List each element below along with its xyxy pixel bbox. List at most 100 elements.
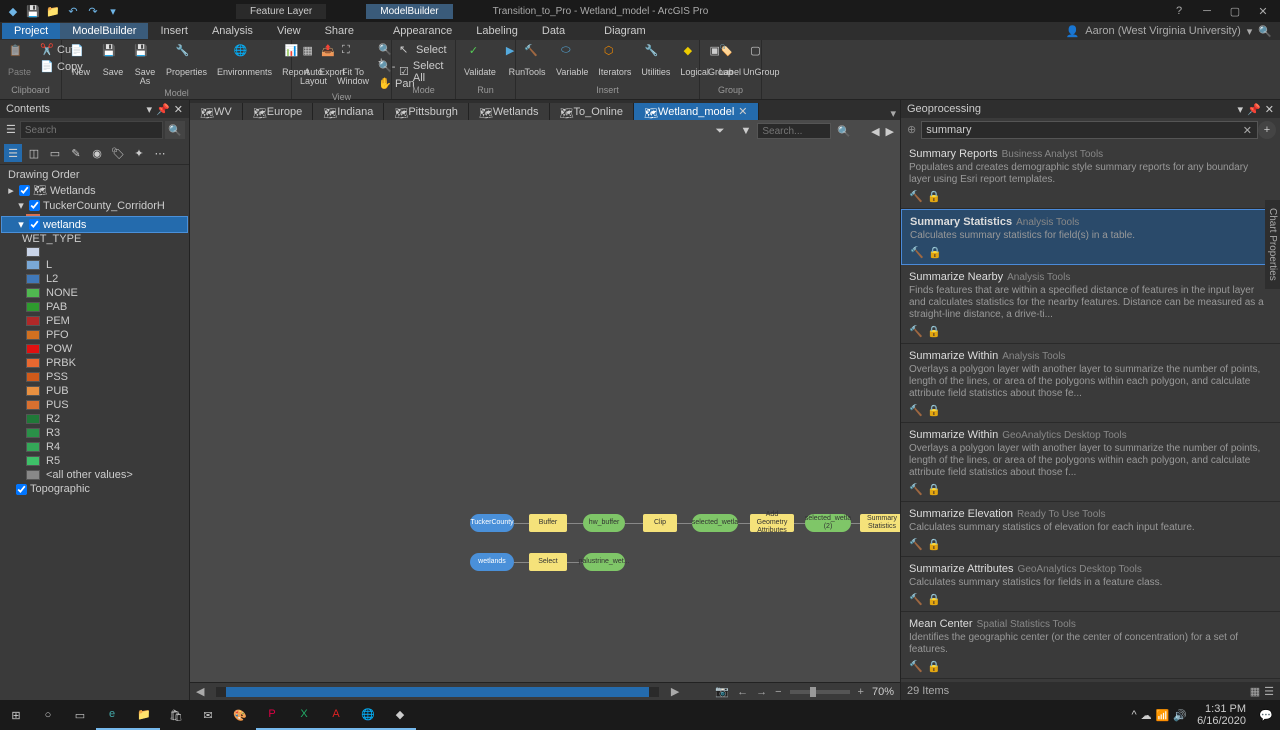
canvas-next-icon[interactable]: ▶	[886, 125, 894, 138]
model-connector[interactable]	[514, 523, 529, 524]
menu-appearance[interactable]: Appearance	[381, 23, 464, 39]
legend-item[interactable]: R3	[2, 426, 187, 440]
new-model-button[interactable]: 📄New	[66, 42, 96, 79]
menu-labeling[interactable]: Labeling	[464, 23, 530, 39]
maximize-button[interactable]: ▢	[1222, 1, 1248, 21]
tools-button[interactable]: 🔨Tools	[520, 42, 550, 79]
qat-dropdown-icon[interactable]: ▾	[106, 4, 120, 18]
model-node[interactable]: Clip	[643, 514, 677, 532]
map-checkbox[interactable]	[19, 185, 30, 196]
nav-fwd-icon[interactable]: →	[756, 686, 767, 698]
geoprocessing-tool-item[interactable]: Summarize WithinAnalysis Tools Overlays …	[901, 344, 1280, 423]
zoom-in-icon[interactable]: +	[858, 686, 864, 698]
doc-tab[interactable]: 🗺Europe	[243, 103, 313, 120]
legend-item[interactable]: NONE	[2, 286, 187, 300]
model-connector[interactable]	[514, 562, 529, 563]
save-icon[interactable]: 💾	[26, 4, 40, 18]
geoprocessing-tool-item[interactable]: Summarize WithinGeoAnalytics Desktop Too…	[901, 423, 1280, 502]
list-by-snapping-icon[interactable]: ◉	[88, 144, 106, 162]
geo-search-input[interactable]	[921, 121, 1258, 139]
layer-wetlands[interactable]: ▾wetlands	[2, 217, 187, 232]
geoprocessing-tool-item[interactable]: Summary ReportsBusiness Analyst Tools Po…	[901, 142, 1280, 209]
doc-tab[interactable]: 🗺Wetlands	[469, 103, 550, 120]
fit-window-button[interactable]: ⛶Fit To Window	[333, 42, 373, 88]
doc-tab[interactable]: 🗺To_Online	[550, 103, 635, 120]
model-canvas[interactable]: ↖ TuckerCountyBufferhw_bufferClipselecte…	[190, 142, 900, 682]
user-name[interactable]: Aaron (West Virginia University)	[1085, 25, 1240, 37]
list-by-editing-icon[interactable]: ✎	[67, 144, 85, 162]
geoprocessing-tool-item[interactable]: Summarize NearbyAnalysis Tools Finds fea…	[901, 265, 1280, 344]
contents-search-hamburger-icon[interactable]: ☰	[4, 121, 18, 139]
model-node[interactable]: Select	[529, 553, 567, 571]
legend-item[interactable]: PRBK	[2, 356, 187, 370]
topo-checkbox[interactable]	[16, 484, 27, 495]
redo-icon[interactable]: ↷	[86, 4, 100, 18]
legend-item[interactable]	[2, 246, 187, 258]
legend-item[interactable]: L2	[2, 272, 187, 286]
nav-back-icon[interactable]: ←	[737, 686, 748, 698]
start-button[interactable]: ⊞	[0, 700, 32, 730]
model-node[interactable]: Buffer	[529, 514, 567, 532]
chart-properties-tab[interactable]: Chart Properties	[1265, 200, 1280, 289]
list-by-labeling-icon[interactable]: 🏷	[109, 144, 127, 162]
map-item[interactable]: ▸🗺Wetlands	[2, 183, 187, 198]
model-node[interactable]: palustrine_wet...	[583, 553, 625, 571]
scroll-next-icon[interactable]: ▶	[671, 685, 679, 698]
user-icon[interactable]: 👤	[1066, 25, 1080, 38]
panel-close-icon[interactable]: ✕	[174, 103, 183, 116]
arcgis-icon[interactable]: ◆	[384, 700, 416, 730]
model-node[interactable]: Summary Statistics	[860, 514, 900, 532]
model-node[interactable]: hw_buffer	[583, 514, 625, 532]
legend-item[interactable]: PEM	[2, 314, 187, 328]
notifications-icon[interactable]: 💬	[1256, 700, 1276, 730]
canvas-prev-icon[interactable]: ◀	[871, 125, 879, 138]
panel-autohide-icon[interactable]: 📌	[156, 103, 170, 116]
zoom-level[interactable]: 70%	[872, 686, 894, 698]
tab-close-icon[interactable]: ✕	[738, 105, 747, 118]
legend-item[interactable]: L	[2, 258, 187, 272]
legend-item[interactable]: PUB	[2, 384, 187, 398]
snapshot-icon[interactable]: 📷	[715, 685, 729, 698]
iterators-button[interactable]: ⬡Iterators	[594, 42, 635, 79]
doc-tab[interactable]: 🗺Wetland_model✕	[634, 103, 758, 120]
model-node[interactable]: selected_wetla (2)	[805, 514, 851, 532]
search-command-icon[interactable]: 🔍	[1258, 25, 1272, 38]
user-dropdown-icon[interactable]: ▾	[1247, 25, 1253, 38]
model-node[interactable]: Add Geometry Attributes	[750, 514, 794, 532]
wet-type-field[interactable]: WET_TYPE	[2, 232, 187, 246]
menu-modelbuilder[interactable]: ModelBuilder	[60, 23, 148, 39]
menu-insert[interactable]: Insert	[148, 23, 200, 39]
legend-item[interactable]: PAB	[2, 300, 187, 314]
doc-tab[interactable]: 🗺WV	[190, 103, 243, 120]
layer-corridor[interactable]: ▾TuckerCounty_CorridorH	[2, 198, 187, 213]
model-node[interactable]: selected_wetla	[692, 514, 738, 532]
contents-search-button[interactable]: 🔍	[165, 121, 185, 139]
corridor-checkbox[interactable]	[29, 200, 40, 211]
doc-tab[interactable]: 🗺Pittsburgh	[384, 103, 469, 120]
legend-item[interactable]: PUS	[2, 398, 187, 412]
list-by-perspective-icon[interactable]: ✦	[130, 144, 148, 162]
tab-nav-dropdown[interactable]: ▾	[886, 107, 900, 120]
layer-topographic[interactable]: Topographic	[2, 482, 187, 496]
context-tab-active[interactable]: ModelBuilder	[366, 4, 452, 19]
geo-close-icon[interactable]: ✕	[1265, 103, 1274, 116]
legend-item[interactable]: POW	[2, 342, 187, 356]
menu-diagram[interactable]: Diagram	[592, 23, 658, 39]
panel-menu-icon[interactable]: ▾	[147, 103, 153, 116]
menu-project[interactable]: Project	[2, 23, 60, 39]
undo-icon[interactable]: ↶	[66, 4, 80, 18]
properties-button[interactable]: 🔧Properties	[162, 42, 211, 79]
geo-view-list-icon[interactable]: ☰	[1264, 685, 1274, 698]
help-icon[interactable]: ?	[1166, 1, 1192, 21]
zoom-out-icon[interactable]: −	[775, 686, 781, 698]
model-connector[interactable]	[794, 523, 805, 524]
model-node[interactable]: wetlands	[470, 553, 514, 571]
legend-item[interactable]: R4	[2, 440, 187, 454]
file-explorer-icon[interactable]: 📁	[128, 700, 160, 730]
geo-add-tool-button[interactable]: +	[1258, 121, 1276, 139]
chrome-icon[interactable]: 🌐	[352, 700, 384, 730]
contents-more-icon[interactable]: ⋯	[151, 144, 169, 162]
utilities-button[interactable]: 🔧Utilities	[637, 42, 674, 79]
legend-item[interactable]: R5	[2, 454, 187, 468]
paste-button[interactable]: 📋Paste	[4, 42, 35, 79]
